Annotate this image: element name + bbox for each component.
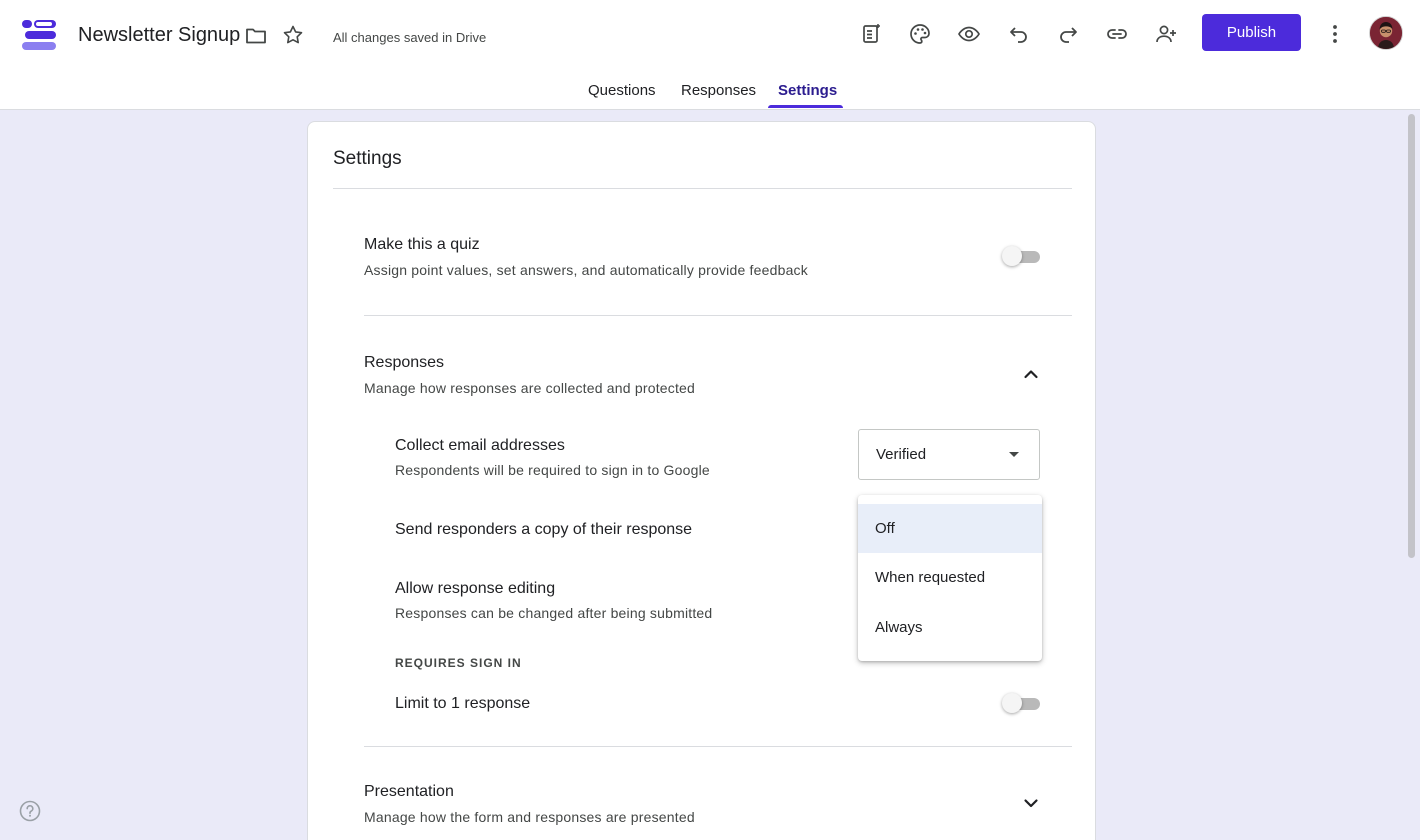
- settings-title: Settings: [333, 148, 402, 169]
- form-title[interactable]: Newsletter Signup: [78, 24, 240, 47]
- quiz-title: Make this a quiz: [364, 236, 480, 253]
- active-tab-indicator: [768, 105, 843, 108]
- tab-questions[interactable]: Questions: [588, 82, 656, 99]
- publish-button[interactable]: Publish: [1202, 14, 1301, 51]
- save-status: All changes saved in Drive: [333, 30, 487, 45]
- menu-option-always[interactable]: Always: [858, 603, 1042, 652]
- undo-icon[interactable]: [1003, 18, 1035, 50]
- title-divider: [333, 188, 1072, 189]
- allow-editing-description: Responses can be changed after being sub…: [395, 605, 713, 621]
- addons-icon[interactable]: [855, 18, 887, 50]
- link-icon[interactable]: [1101, 18, 1133, 50]
- quiz-divider: [364, 315, 1072, 316]
- chevron-up-icon[interactable]: [1019, 362, 1043, 386]
- page-scrollbar[interactable]: [1406, 112, 1418, 828]
- menu-option-off[interactable]: Off: [858, 504, 1042, 553]
- folder-icon[interactable]: [243, 22, 269, 48]
- limit-response-title: Limit to 1 response: [395, 695, 531, 712]
- tab-settings[interactable]: Settings: [778, 82, 837, 99]
- responses-divider: [364, 746, 1072, 747]
- collect-email-description: Respondents will be required to sign in …: [395, 462, 710, 478]
- star-icon[interactable]: [280, 22, 306, 48]
- allow-editing-title: Allow response editing: [395, 580, 556, 597]
- responses-section-description: Manage how responses are collected and p…: [364, 380, 696, 396]
- menu-option-when-requested[interactable]: When requested: [858, 553, 1042, 602]
- more-options-icon[interactable]: [1319, 18, 1351, 50]
- toggle-knob: [1002, 246, 1022, 266]
- add-collaborator-icon[interactable]: [1150, 18, 1182, 50]
- presentation-section-title: Presentation: [364, 783, 454, 800]
- limit-response-toggle[interactable]: [1002, 693, 1042, 715]
- quiz-description: Assign point values, set answers, and au…: [364, 262, 808, 278]
- forms-logo-icon[interactable]: [22, 18, 56, 52]
- palette-icon[interactable]: [904, 18, 936, 50]
- menu-option-label: Always: [875, 619, 923, 636]
- send-copy-dropdown-menu: Off When requested Always: [858, 495, 1042, 661]
- caret-down-icon: [1009, 452, 1019, 457]
- redo-icon[interactable]: [1052, 18, 1084, 50]
- preview-eye-icon[interactable]: [953, 18, 985, 50]
- toggle-knob: [1002, 693, 1022, 713]
- help-icon[interactable]: [19, 800, 41, 822]
- app-header: Newsletter Signup All changes saved in D…: [0, 0, 1420, 110]
- responses-section-title: Responses: [364, 354, 445, 371]
- menu-option-label: Off: [875, 520, 895, 537]
- scrollbar-thumb[interactable]: [1408, 114, 1415, 558]
- requires-sign-in-subheading: REQUIRES SIGN IN: [395, 656, 522, 670]
- chevron-down-icon[interactable]: [1019, 791, 1043, 815]
- collect-email-select[interactable]: Verified: [858, 429, 1040, 480]
- collect-email-title: Collect email addresses: [395, 437, 565, 454]
- tab-bar: Questions Responses Settings: [0, 80, 1420, 110]
- collect-email-value: Verified: [876, 446, 927, 463]
- quiz-toggle[interactable]: [1002, 246, 1042, 268]
- settings-card: Settings Make this a quiz Assign point v…: [307, 121, 1096, 840]
- menu-option-label: When requested: [875, 569, 986, 586]
- presentation-section-description: Manage how the form and responses are pr…: [364, 809, 695, 825]
- send-copy-title: Send responders a copy of their response: [395, 521, 693, 538]
- tab-responses[interactable]: Responses: [681, 82, 756, 99]
- avatar[interactable]: [1369, 16, 1403, 50]
